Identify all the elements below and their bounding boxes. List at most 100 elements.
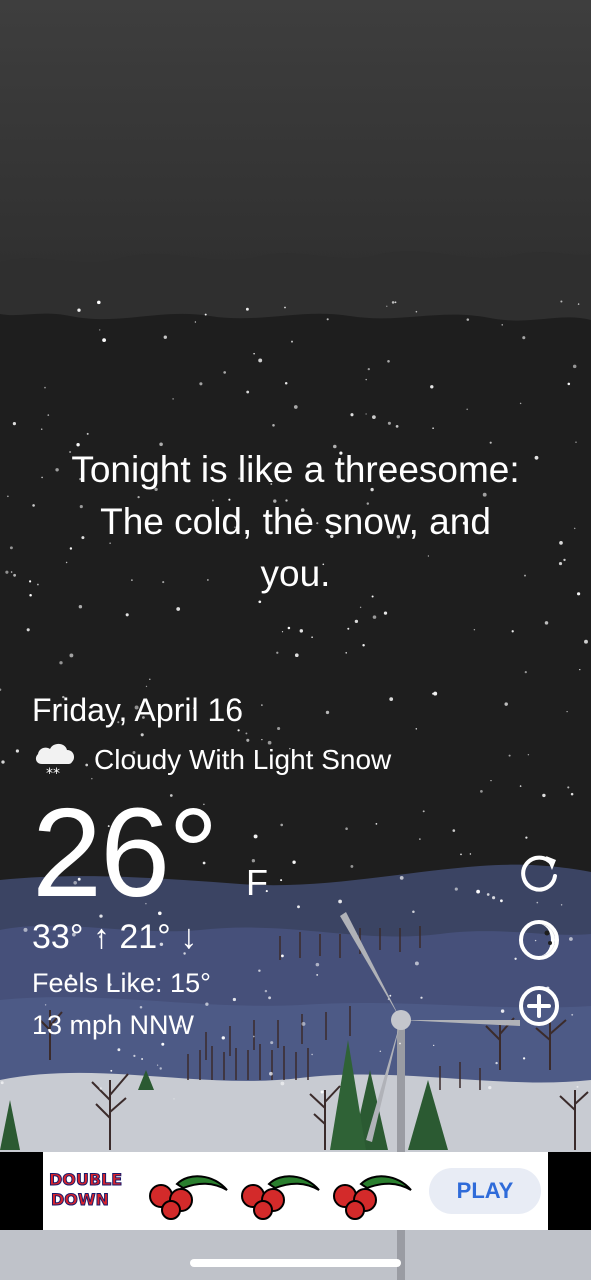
snowflake	[362, 643, 365, 647]
cloud-snow-icon: **	[35, 743, 75, 782]
moon-phase-icon[interactable]	[516, 917, 562, 963]
snowflake	[527, 753, 530, 756]
snowflake	[415, 728, 418, 730]
snowflake	[258, 600, 262, 604]
snowflake	[504, 702, 508, 706]
snowflake	[379, 1050, 382, 1053]
temperature-unit[interactable]: F	[246, 862, 268, 904]
snowflake	[311, 1053, 313, 1056]
snowflake	[268, 996, 272, 1000]
ad-play-button[interactable]: PLAY	[429, 1168, 541, 1214]
snowflake	[466, 318, 470, 321]
snowflake	[246, 390, 250, 394]
snowflake	[350, 413, 354, 417]
snowflake	[325, 710, 330, 715]
snowflake	[281, 954, 284, 958]
snowflake	[252, 1035, 255, 1038]
snowflake	[394, 301, 397, 304]
snowflake	[205, 1002, 209, 1006]
snowflake	[9, 546, 13, 550]
snowflake	[277, 726, 281, 731]
snowflake	[354, 619, 359, 624]
snowflake	[345, 827, 348, 830]
snowflake	[281, 631, 284, 633]
condition-row: ** Cloudy With Light Snow	[32, 738, 391, 782]
snowflake	[77, 308, 81, 312]
snowflake	[253, 352, 255, 355]
snowflake	[350, 864, 354, 868]
snowflake	[460, 853, 462, 856]
snowflake	[102, 338, 107, 343]
snowflake	[500, 1009, 505, 1013]
snowflake	[500, 899, 503, 903]
arrow-up-icon: ↑	[92, 918, 110, 956]
snowflake	[26, 628, 30, 632]
snowflake	[399, 876, 404, 880]
snowflake	[10, 571, 13, 573]
snowflake	[280, 879, 283, 882]
snowflake	[59, 661, 63, 665]
snowflake	[575, 441, 577, 443]
snowflake	[287, 626, 291, 630]
snowflake	[294, 653, 299, 658]
snowflake	[98, 329, 101, 331]
snowflake	[345, 652, 347, 654]
snowflake	[280, 823, 284, 827]
snowflake	[524, 670, 527, 674]
high-low-temperatures: 33° ↑ 21° ↓	[32, 918, 197, 957]
current-temperature: 26°	[32, 782, 219, 923]
snowflake	[486, 893, 490, 896]
snowflake	[173, 1098, 175, 1100]
home-indicator[interactable]	[190, 1259, 401, 1267]
snowflake	[141, 1058, 144, 1060]
arrow-down-icon: ↓	[180, 918, 198, 956]
ad-brand-line-2: DOWN	[51, 1190, 110, 1210]
snowflake	[490, 779, 492, 782]
add-location-icon[interactable]	[516, 983, 562, 1029]
snowflake	[542, 793, 546, 798]
snowflake	[0, 1081, 4, 1085]
cherries-icon-2	[241, 1175, 320, 1220]
snowflake	[466, 408, 469, 411]
snowflake	[422, 810, 425, 813]
snowflake	[522, 1057, 526, 1060]
refresh-icon[interactable]	[516, 850, 562, 896]
snowflake	[172, 398, 174, 400]
snowflake	[1, 760, 5, 764]
snowflake	[204, 313, 207, 316]
snowflake	[78, 604, 83, 609]
snowflake	[69, 653, 74, 658]
snowflake	[573, 527, 576, 530]
snowflake	[454, 887, 458, 891]
snowflake	[269, 1071, 273, 1076]
snowflake	[414, 961, 419, 966]
ad-banner[interactable]: DOUBLE DOWN PLAY	[0, 1152, 591, 1230]
snowflake	[365, 378, 367, 381]
ad-brand-line-1: DOUBLE	[48, 1170, 123, 1190]
snowflake	[292, 860, 296, 864]
snowflake	[237, 729, 240, 732]
ad-content[interactable]: DOUBLE DOWN PLAY	[43, 1152, 548, 1230]
snowflake	[389, 994, 392, 997]
snowflake	[420, 996, 423, 999]
snowflake	[276, 651, 279, 654]
snowflake	[315, 962, 320, 967]
snowflake	[86, 432, 89, 435]
snowflake	[159, 1067, 162, 1070]
snowflake	[316, 973, 319, 976]
snowflake	[399, 1042, 401, 1045]
snowflake	[395, 425, 399, 428]
snowflake	[47, 414, 50, 416]
snowflake	[261, 704, 263, 706]
snowflake	[245, 732, 248, 735]
cherries-icon-1	[149, 1175, 228, 1220]
snowflake	[387, 360, 390, 363]
snowflake	[511, 630, 514, 633]
snowflake	[176, 607, 181, 611]
snowflake	[291, 340, 293, 343]
snowflake	[430, 385, 434, 389]
snowflake	[572, 364, 577, 369]
snowflake	[284, 382, 288, 385]
snowflake	[110, 1069, 113, 1072]
snowflake	[97, 300, 101, 305]
